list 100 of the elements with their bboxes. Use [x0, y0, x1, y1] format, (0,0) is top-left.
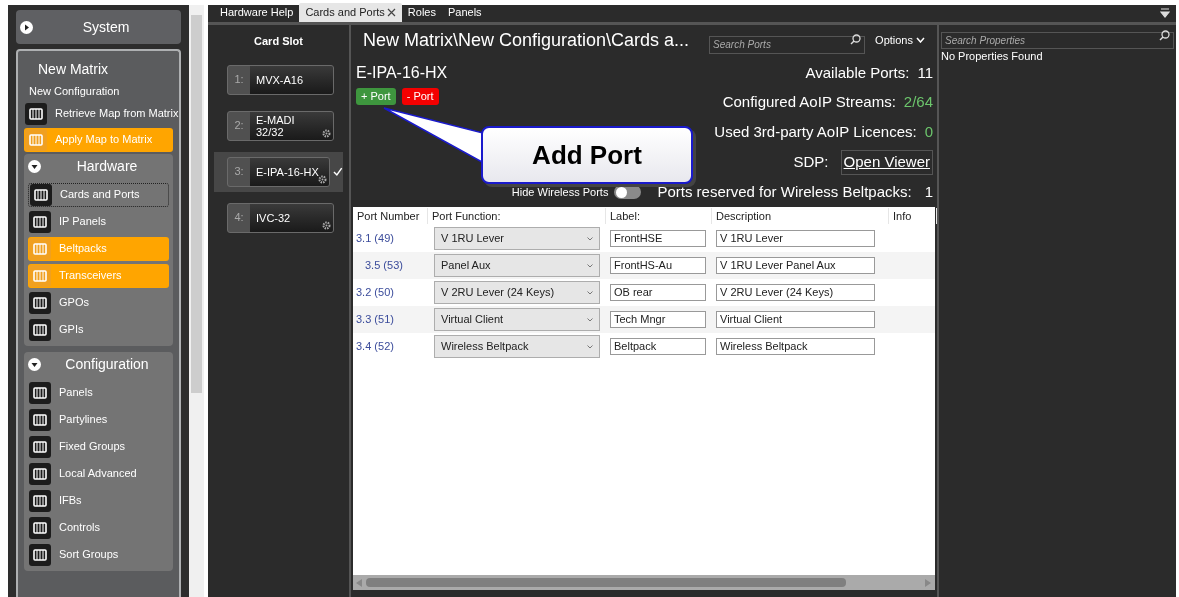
- column-header[interactable]: Port Number: [353, 207, 428, 225]
- remove-port-button[interactable]: - Port: [401, 88, 439, 105]
- slot-number: 2:: [233, 118, 245, 134]
- sidebar-item[interactable]: Cards and Ports: [28, 182, 169, 207]
- column-header[interactable]: Port Function:: [428, 207, 606, 225]
- chevron-down-icon: [587, 290, 593, 295]
- left-arrow-icon: [356, 578, 363, 587]
- app-icon: [29, 237, 51, 260]
- card-title: E-IPA-16-HX: [356, 63, 448, 83]
- description-input[interactable]: Virtual Client: [716, 311, 875, 328]
- app-icon: [29, 264, 51, 287]
- chevron-down-icon: [916, 37, 925, 43]
- port-function-dropdown[interactable]: Virtual Client: [434, 308, 600, 331]
- stat-label: Used 3rd-party AoIP Licences:: [714, 122, 917, 143]
- sidebar-item[interactable]: Fixed Groups: [28, 434, 169, 459]
- item-label: IFBs: [59, 493, 82, 509]
- port-function-dropdown[interactable]: V 2RU Lever (24 Keys): [434, 281, 600, 304]
- item-label: GPOs: [59, 295, 89, 311]
- callout: Add Port: [481, 126, 693, 184]
- label-input[interactable]: FrontHS-Au: [610, 257, 706, 274]
- app-icon: [25, 102, 47, 125]
- port-number: 3.3 (51): [355, 312, 395, 328]
- section-title[interactable]: Configuration: [45, 354, 169, 375]
- action-label: Apply Map to Matrix: [55, 132, 153, 148]
- tab[interactable]: Cards and Ports: [299, 3, 402, 22]
- toggle-label: Hide Wireless Ports: [511, 184, 609, 200]
- app-icon: [29, 489, 51, 512]
- port-function-dropdown[interactable]: V 1RU Lever: [434, 227, 600, 250]
- app-icon: [29, 435, 51, 458]
- sidebar-item[interactable]: Sort Groups: [28, 542, 169, 567]
- sidebar-item[interactable]: Controls: [28, 515, 169, 540]
- port-function-dropdown[interactable]: Wireless Beltpack: [434, 335, 600, 358]
- stat-value: 11: [917, 62, 933, 83]
- item-label: Fixed Groups: [59, 439, 126, 455]
- search-field[interactable]: Search Properties: [941, 32, 1174, 49]
- stat-value: 0: [924, 122, 933, 143]
- horizontal-scrollbar[interactable]: [353, 575, 935, 590]
- stat-label: Ports reserved for Wireless Beltpacks:: [657, 181, 912, 202]
- card-button[interactable]: 2: E-MADI 32/32: [227, 110, 334, 141]
- description-input[interactable]: V 1RU Lever Panel Aux: [716, 257, 875, 274]
- chevron-down-icon: [587, 263, 593, 268]
- column-header[interactable]: Label:: [606, 207, 712, 225]
- sidebar-item[interactable]: GPIs: [28, 317, 169, 342]
- sidebar-item[interactable]: IFBs: [28, 488, 169, 513]
- sidebar-item[interactable]: IP Panels: [28, 209, 169, 234]
- filter-icon: [1160, 8, 1170, 18]
- port-function-dropdown[interactable]: Panel Aux: [434, 254, 600, 277]
- column-header[interactable]: Info: [889, 207, 937, 225]
- card-button[interactable]: 1: MVX-A16: [227, 64, 334, 95]
- options-button[interactable]: Options: [875, 31, 925, 49]
- sidebar-item[interactable]: GPOs: [28, 290, 169, 315]
- stat-label: Available Ports:: [805, 62, 910, 83]
- sdp-label: SDP:: [793, 152, 829, 173]
- column-header[interactable]: Description: [712, 207, 889, 225]
- label-input[interactable]: Beltpack: [610, 338, 706, 355]
- tab[interactable]: Roles: [401, 3, 442, 22]
- label-input[interactable]: Tech Mngr: [610, 311, 706, 328]
- app-icon: [25, 128, 47, 151]
- description-input[interactable]: V 1RU Lever: [716, 230, 875, 247]
- tab[interactable]: Panels: [442, 3, 488, 22]
- breadcrumb: New Matrix\New Configuration\Cards a...: [363, 28, 690, 52]
- card-button[interactable]: 4: IVC-32: [227, 202, 334, 233]
- search-icon: [850, 34, 862, 45]
- chevron-down-icon: [587, 317, 593, 322]
- tab[interactable]: Hardware Help: [214, 3, 300, 22]
- app-icon: [29, 516, 51, 539]
- column-title: Card Slot: [254, 34, 303, 49]
- item-label: Transceivers: [59, 268, 122, 284]
- check-icon: [333, 166, 343, 177]
- sidebar-item[interactable]: Local Advanced: [28, 461, 169, 486]
- configuration-name: New Configuration: [28, 84, 121, 99]
- card-name: MVX-A16: [256, 73, 305, 86]
- description-input[interactable]: V 2RU Lever (24 Keys): [716, 284, 875, 301]
- card-name: E-MADI 32/32: [256, 113, 296, 138]
- card-button[interactable]: 3: E-IPA-16-HX: [227, 156, 331, 187]
- label-input[interactable]: FrontHSE: [610, 230, 706, 247]
- open-viewer-link[interactable]: Open Viewer: [840, 150, 933, 175]
- add-port-button[interactable]: + Port: [356, 88, 396, 105]
- item-label: Sort Groups: [59, 547, 119, 563]
- label-input[interactable]: OB rear: [610, 284, 706, 301]
- slot-number: 1:: [233, 72, 245, 88]
- chevron-down-icon: [587, 344, 593, 349]
- app-icon: [29, 543, 51, 566]
- app-icon: [29, 318, 51, 341]
- stat-value: 2/64: [903, 92, 933, 113]
- app-icon: [29, 291, 51, 314]
- sidebar-item[interactable]: Panels: [28, 380, 169, 405]
- search-field[interactable]: Search Ports: [709, 35, 866, 54]
- item-label: Cards and Ports: [60, 187, 140, 203]
- section-title[interactable]: Hardware: [45, 156, 169, 177]
- right-arrow-icon: [925, 578, 932, 587]
- scrollbar-thumb[interactable]: [366, 578, 846, 587]
- port-number: 3.2 (50): [355, 285, 395, 301]
- description-input[interactable]: Wireless Beltpack: [716, 338, 875, 355]
- port-number: 3.4 (52): [355, 339, 395, 355]
- item-label: GPIs: [59, 322, 84, 338]
- sidebar-item[interactable]: Partylines: [28, 407, 169, 432]
- scrollbar-thumb[interactable]: [191, 15, 202, 393]
- section-header[interactable]: System: [16, 10, 181, 44]
- item-label: Controls: [59, 520, 100, 536]
